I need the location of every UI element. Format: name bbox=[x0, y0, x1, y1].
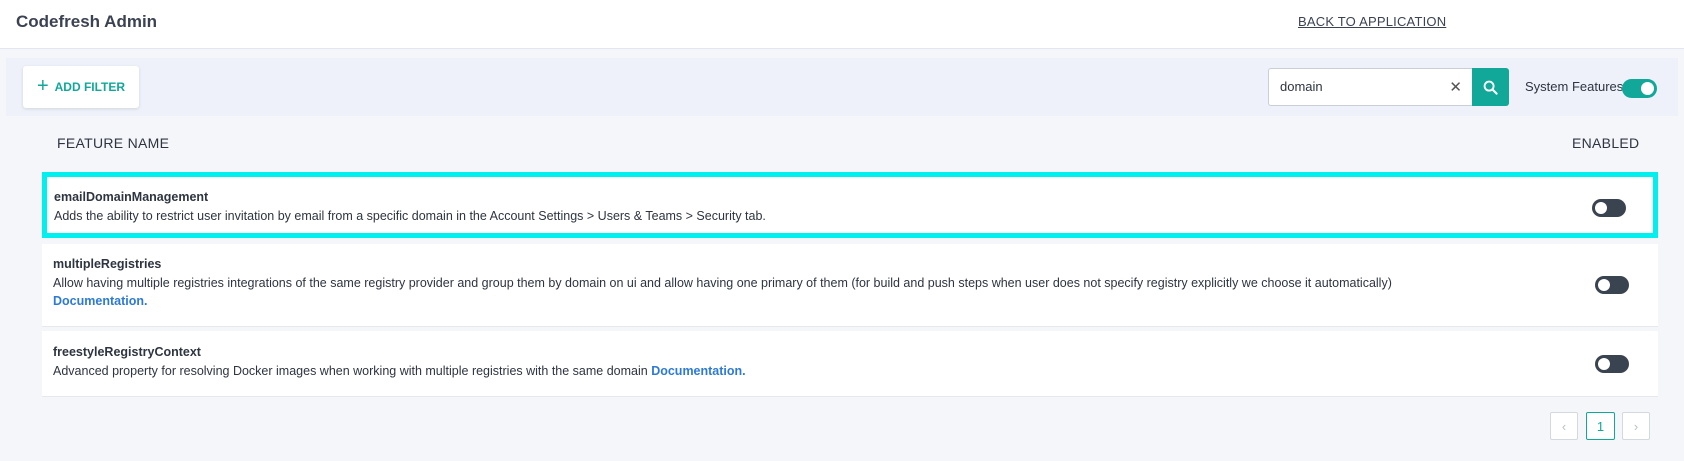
column-header-feature-name: FEATURE NAME bbox=[57, 135, 170, 151]
system-features-label: System Features bbox=[1525, 79, 1624, 94]
feature-row-freestyle-registry-context: freestyleRegistryContext Advanced proper… bbox=[42, 331, 1658, 397]
clear-icon[interactable]: ✕ bbox=[1449, 78, 1462, 96]
search-icon bbox=[1483, 80, 1498, 95]
feature-name: multipleRegistries bbox=[53, 257, 162, 271]
documentation-link[interactable]: Documentation. bbox=[651, 364, 745, 378]
feature-description: Allow having multiple registries integra… bbox=[53, 276, 1392, 308]
previous-page-button[interactable]: ‹ bbox=[1550, 412, 1578, 440]
feature-name: emailDomainManagement bbox=[54, 190, 209, 204]
feature-enabled-toggle[interactable] bbox=[1595, 276, 1629, 294]
search-input[interactable] bbox=[1280, 79, 1440, 94]
feature-row-email-domain-management: emailDomainManagement Adds the ability t… bbox=[42, 172, 1658, 238]
feature-description: Advanced property for resolving Docker i… bbox=[53, 364, 746, 378]
search-field[interactable]: ✕ bbox=[1268, 68, 1473, 106]
feature-row-multiple-registries: multipleRegistries Allow having multiple… bbox=[42, 244, 1658, 327]
plus-icon: + bbox=[36, 75, 49, 97]
top-bar: Codefresh Admin BACK TO APPLICATION bbox=[0, 0, 1684, 49]
documentation-link[interactable]: Documentation. bbox=[53, 294, 147, 308]
page-1-button[interactable]: 1 bbox=[1586, 412, 1615, 440]
system-features-toggle[interactable] bbox=[1622, 79, 1657, 98]
column-header-enabled: ENABLED bbox=[1572, 135, 1640, 151]
next-page-button[interactable]: › bbox=[1622, 412, 1650, 440]
toggle-knob bbox=[1598, 358, 1610, 370]
feature-enabled-toggle[interactable] bbox=[1592, 199, 1626, 217]
feature-description: Adds the ability to restrict user invita… bbox=[54, 209, 766, 223]
feature-name: freestyleRegistryContext bbox=[53, 345, 201, 359]
toggle-knob bbox=[1598, 279, 1610, 291]
add-filter-label: ADD FILTER bbox=[54, 80, 126, 94]
feature-enabled-toggle[interactable] bbox=[1595, 355, 1629, 373]
filter-bar: + ADD FILTER ✕ System Features bbox=[6, 58, 1678, 116]
toggle-knob bbox=[1641, 82, 1654, 95]
back-to-application-link[interactable]: BACK TO APPLICATION bbox=[1298, 14, 1446, 29]
add-filter-button[interactable]: + ADD FILTER bbox=[23, 66, 139, 108]
app-title: Codefresh Admin bbox=[16, 12, 158, 31]
toggle-knob bbox=[1595, 202, 1607, 214]
search-button[interactable] bbox=[1472, 68, 1509, 106]
